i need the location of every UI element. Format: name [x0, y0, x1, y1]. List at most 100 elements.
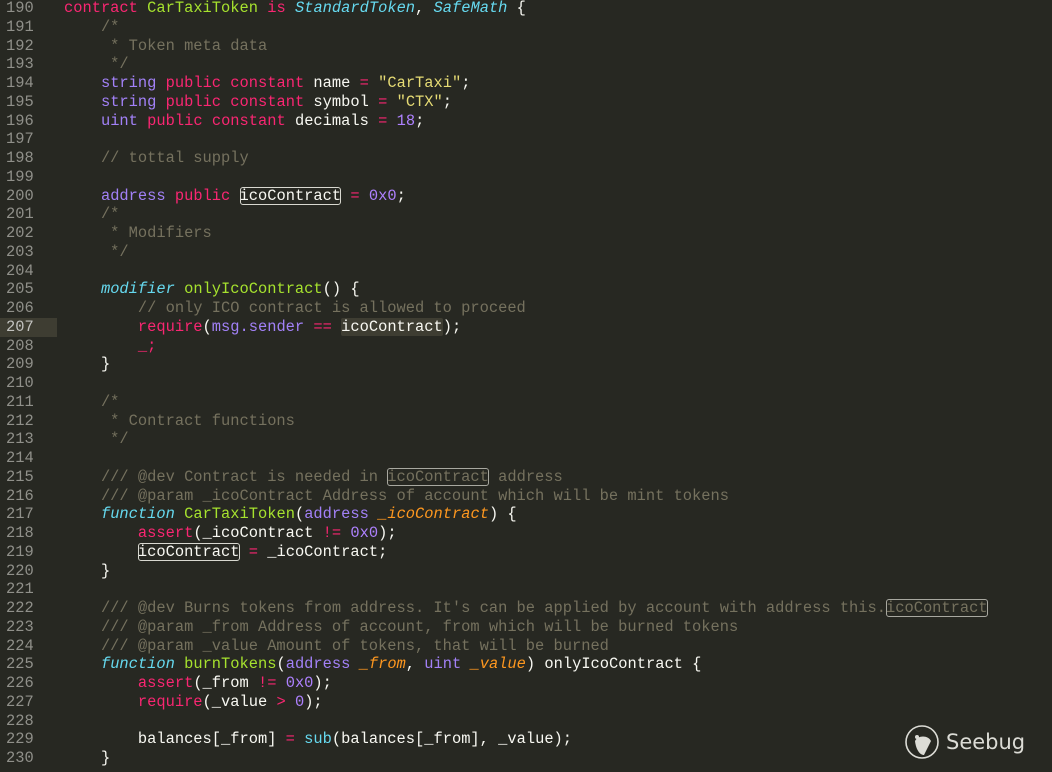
code-line[interactable]: 203 */: [0, 243, 1052, 262]
code-line[interactable]: 207 require(msg.sender == icoContract);: [0, 317, 1052, 337]
code-line[interactable]: 217 function CarTaxiToken(address _icoCo…: [0, 505, 1052, 524]
line-code: contract CarTaxiToken is StandardToken, …: [57, 0, 526, 18]
line-code: icoContract = _icoContract;: [57, 542, 388, 562]
code-token: /// @dev Burns tokens from address. It's…: [64, 599, 886, 617]
code-line[interactable]: 192 * Token meta data: [0, 37, 1052, 56]
line-number: 205: [6, 280, 34, 299]
code-line[interactable]: 195 string public constant symbol = "CTX…: [0, 93, 1052, 112]
code-line[interactable]: 211 /*: [0, 393, 1052, 412]
code-line[interactable]: 197: [0, 130, 1052, 149]
code-token: /*: [64, 392, 120, 411]
line-number: 202: [6, 224, 34, 242]
code-line[interactable]: 204: [0, 262, 1052, 281]
code-line[interactable]: 226 assert(_from != 0x0);: [0, 674, 1052, 693]
code-editor[interactable]: 190 contract CarTaxiToken is StandardToke…: [0, 0, 1052, 768]
highlighted-match: icoContract: [341, 317, 443, 336]
code-line[interactable]: 201 /*: [0, 205, 1052, 224]
code-token: uint: [100, 111, 138, 130]
code-token: * Token meta data: [64, 36, 268, 55]
code-line[interactable]: 209 }: [0, 355, 1052, 374]
code-line[interactable]: 193 */: [0, 55, 1052, 74]
code-token: _icoContract;: [258, 542, 388, 561]
code-token: assert: [137, 674, 194, 692]
code-line[interactable]: 191 /*: [0, 18, 1052, 37]
code-line[interactable]: 214: [0, 449, 1052, 468]
line-number: 230: [6, 749, 34, 767]
code-token: }: [64, 355, 111, 374]
line-code: require(msg.sender == icoContract);: [57, 317, 461, 337]
code-token: }: [64, 749, 111, 767]
code-line[interactable]: 196 uint public constant decimals = 18;: [0, 112, 1052, 131]
line-code: * Contract functions: [57, 412, 295, 431]
code-token: assert: [137, 524, 194, 542]
code-line[interactable]: 219 icoContract = _icoContract;: [0, 542, 1052, 562]
code-token: address: [304, 505, 369, 524]
code-token: function: [100, 655, 175, 674]
code-token: =: [378, 92, 388, 111]
code-token: /*: [64, 17, 120, 36]
code-token: constant: [230, 92, 305, 111]
code-token: =: [378, 111, 388, 130]
code-line[interactable]: 222 /// @dev Burns tokens from address. …: [0, 599, 1052, 618]
code-token: sub: [304, 730, 332, 749]
code-line[interactable]: 210: [0, 374, 1052, 393]
line-number: 200: [6, 186, 34, 205]
line-number: 194: [6, 74, 34, 92]
code-token: ;: [461, 74, 471, 92]
code-token: constant: [230, 74, 305, 92]
code-token: 0x0: [285, 674, 314, 692]
code-line[interactable]: 198 // tottal supply: [0, 149, 1052, 168]
line-number: 198: [6, 149, 34, 167]
code-line[interactable]: 223 /// @param _from Address of account,…: [0, 618, 1052, 637]
code-line[interactable]: 215 /// @dev Contract is needed in icoCo…: [0, 467, 1052, 487]
code-token: onlyIcoContract: [184, 280, 323, 299]
code-line[interactable]: 205 modifier onlyIcoContract() {: [0, 280, 1052, 299]
code-line[interactable]: 194 string public constant name = "CarTa…: [0, 74, 1052, 93]
code-token: /// @dev Contract is needed in: [64, 467, 388, 486]
code-line[interactable]: 216 /// @param _icoContract Address of a…: [0, 487, 1052, 506]
code-line[interactable]: 228: [0, 712, 1052, 731]
code-token: _from: [359, 655, 406, 674]
code-line[interactable]: 206 // only ICO contract is allowed to p…: [0, 299, 1052, 318]
code-line[interactable]: 224 /// @param _value Amount of tokens, …: [0, 637, 1052, 656]
line-code: /// @param _value Amount of tokens, that…: [57, 637, 609, 656]
code-line[interactable]: 202 * Modifiers: [0, 224, 1052, 243]
line-number: 212: [6, 411, 34, 430]
code-line[interactable]: 218 assert(_icoContract != 0x0);: [0, 524, 1052, 543]
code-line[interactable]: 199: [0, 168, 1052, 187]
line-number: 227: [6, 692, 34, 711]
code-line[interactable]: 221: [0, 580, 1052, 599]
line-number: 191: [6, 17, 34, 36]
code-line[interactable]: 230 }: [0, 749, 1052, 768]
code-token: _value: [470, 655, 526, 674]
line-code: address public icoContract = 0x0;: [57, 186, 406, 206]
code-line[interactable]: 227 require(_value > 0);: [0, 693, 1052, 712]
line-number: 219: [6, 542, 34, 561]
code-line[interactable]: 212 * Contract functions: [0, 412, 1052, 431]
line-code: balances[_from] = sub(balances[_from], _…: [57, 730, 572, 749]
code-line[interactable]: 200 address public icoContract = 0x0;: [0, 186, 1052, 206]
line-number: 208: [6, 336, 34, 355]
code-line[interactable]: 229 balances[_from] = sub(balances[_from…: [0, 730, 1052, 749]
code-line[interactable]: 190 contract CarTaxiToken is StandardToke…: [0, 0, 1052, 18]
line-code: // only ICO contract is allowed to proce…: [57, 299, 526, 318]
code-line[interactable]: 220 }: [0, 562, 1052, 581]
code-line[interactable]: 225 function burnTokens(address _from, u…: [0, 655, 1052, 674]
code-line[interactable]: 208 _;: [0, 337, 1052, 356]
line-number: 209: [6, 355, 34, 374]
code-line[interactable]: 213 */: [0, 430, 1052, 449]
